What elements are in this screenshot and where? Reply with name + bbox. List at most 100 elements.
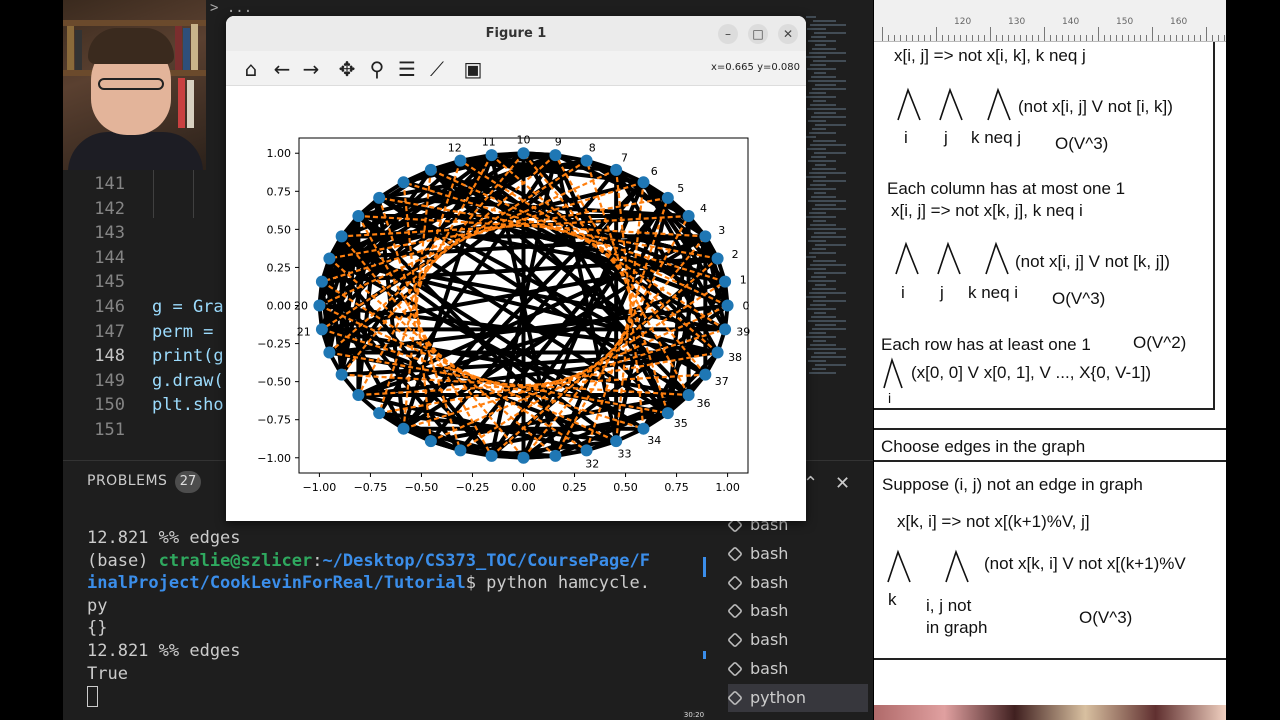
- minimap[interactable]: [806, 16, 856, 396]
- line-number: 142: [94, 198, 125, 219]
- note: i: [901, 283, 905, 302]
- graph-node: [580, 444, 593, 457]
- graph-node: [580, 154, 593, 167]
- ruler-tick: [882, 27, 883, 41]
- minimize-icon[interactable]: –: [718, 24, 738, 44]
- ruler-tick: [942, 35, 943, 41]
- line-number: 148: [94, 346, 125, 367]
- note: k neq i: [968, 283, 1019, 302]
- terminal-line: 12.821 %% edges: [87, 641, 241, 661]
- close-panel-icon[interactable]: ✕: [835, 473, 850, 494]
- ruler-tick: [1050, 35, 1051, 41]
- minimap-line: [808, 160, 836, 162]
- note: O(V^2): [1133, 333, 1187, 352]
- code-text: plt.sho: [152, 395, 224, 416]
- forward-icon[interactable]: →: [298, 56, 324, 82]
- ruler-tick: [966, 35, 967, 41]
- minimap-line: [807, 148, 826, 150]
- terminal-line: (base) ctralie@szlicer:~/Desktop/CS373_T…: [87, 550, 650, 573]
- node-label: 11: [482, 136, 496, 149]
- ruler-tick: [1122, 35, 1123, 41]
- terminal-instance[interactable]: bash: [727, 655, 868, 683]
- note: i: [904, 128, 908, 147]
- minimap-line: [809, 212, 826, 214]
- line-number: 145: [94, 272, 125, 293]
- ruler-tick: [1146, 35, 1147, 41]
- and-symbols: [887, 549, 969, 583]
- terminal-label: bash: [750, 543, 789, 563]
- tab-problems[interactable]: PROBLEMS: [87, 473, 167, 489]
- panel-border: [874, 460, 1226, 462]
- ruler-tick: [1110, 35, 1111, 41]
- graph-node: [323, 346, 336, 359]
- x-tick-label: −0.75: [354, 481, 388, 494]
- terminal-instance[interactable]: bash: [727, 540, 868, 568]
- minimap-line: [807, 348, 846, 350]
- and-symbol: [883, 357, 903, 389]
- note: Each column has at most one 1: [887, 179, 1126, 198]
- terminal-list: bash bash bash bash bash bash python: [718, 511, 873, 720]
- node-label: 7: [621, 152, 628, 165]
- graph-node: [721, 299, 734, 312]
- zoom-icon[interactable]: ⚲: [364, 56, 390, 82]
- graph-plot[interactable]: −1.00 −0.75 −0.50 −0.25 0.00 0.25 0.50 0.75 1.00…: [226, 86, 806, 521]
- minimap-line: [806, 56, 826, 58]
- y-tick-label: 1.00: [267, 147, 292, 160]
- book: [187, 80, 194, 128]
- prompt-prefix: (base): [87, 550, 159, 571]
- whiteboard[interactable]: 120 130 140 150 160 x[i, j] => not x[i, k], …: [874, 0, 1226, 720]
- maximize-icon[interactable]: □: [748, 24, 768, 44]
- minimap-line: [807, 108, 846, 110]
- terminal-label: python: [750, 687, 806, 707]
- problems-count-badge: 27: [175, 471, 201, 493]
- x-tick-label: 0.00: [511, 481, 536, 494]
- ruler-tick: [1002, 35, 1003, 41]
- minimap-line: [807, 228, 846, 230]
- ruler-tick: [906, 35, 907, 41]
- ruler-tick: [1188, 35, 1189, 41]
- ruler-tick: [1020, 35, 1021, 41]
- ruler-tick: [1086, 35, 1087, 41]
- book: [178, 78, 185, 128]
- minimap-line: [812, 248, 826, 250]
- x-tick-label: −0.50: [405, 481, 439, 494]
- minimap-line: [806, 336, 836, 338]
- close-icon[interactable]: ✕: [778, 24, 798, 44]
- terminal-line: py: [87, 595, 108, 616]
- x-tick-label: −1.00: [303, 481, 337, 494]
- figure-window[interactable]: Figure 1 – □ ✕ ⌂ ← → ✥ ⚲ ☰ ⟋ ▣ x=0.665 y…: [226, 16, 806, 521]
- ruler-tick: [1212, 35, 1213, 41]
- terminal-label: bash: [750, 601, 789, 621]
- edit-axis-icon[interactable]: ⟋: [424, 56, 450, 82]
- terminal-label: bash: [750, 659, 789, 678]
- line-number: 141: [94, 174, 125, 194]
- minimap-line: [814, 112, 836, 114]
- terminal-icon: [727, 661, 743, 677]
- minimap-line: [815, 244, 846, 246]
- configure-icon[interactable]: ☰: [394, 56, 420, 82]
- ruler-tick: [1080, 35, 1081, 41]
- terminal-instance[interactable]: bash: [727, 569, 868, 597]
- graph-node: [517, 147, 530, 160]
- back-icon[interactable]: ←: [269, 56, 295, 82]
- minimap-line: [808, 200, 846, 202]
- home-icon[interactable]: ⌂: [238, 56, 264, 82]
- note: Each row has at least one 1: [881, 335, 1091, 354]
- terminal-instance[interactable]: python: [727, 683, 868, 712]
- graph-node: [352, 389, 365, 402]
- graph-node: [711, 252, 724, 265]
- minimap-line: [809, 332, 826, 334]
- terminal-instance[interactable]: bash: [727, 626, 868, 654]
- minimap-line: [807, 188, 836, 190]
- pan-icon[interactable]: ✥: [334, 56, 360, 82]
- breadcrumb[interactable]: > ...: [210, 0, 252, 16]
- x-tick-label: 0.75: [664, 481, 689, 494]
- graph-node: [454, 444, 467, 457]
- cursor-coordinates: x=0.665 y=0.080: [710, 62, 800, 73]
- minimap-line: [813, 220, 826, 222]
- save-icon[interactable]: ▣: [460, 56, 486, 82]
- minimap-line: [813, 300, 846, 302]
- ruler-tick: [1068, 35, 1069, 41]
- terminal-instance[interactable]: bash: [727, 597, 868, 625]
- note: k: [888, 590, 897, 609]
